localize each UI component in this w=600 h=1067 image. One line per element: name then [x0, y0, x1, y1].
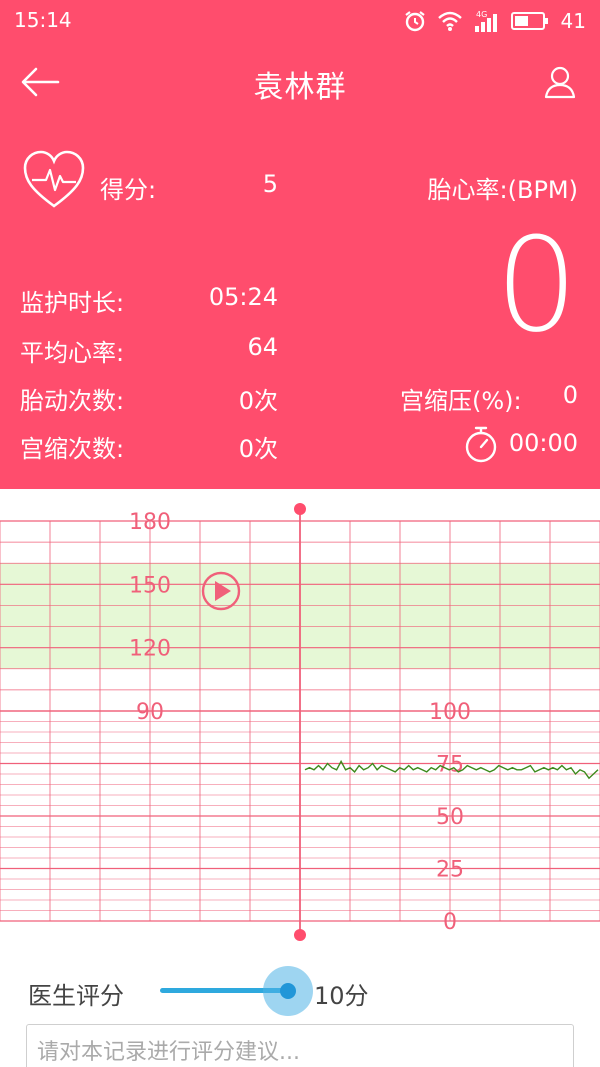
alarm-icon — [404, 11, 425, 32]
toco-tick-label: 100 — [429, 700, 471, 725]
battery-icon — [510, 12, 548, 30]
status-time: 15:14 — [14, 8, 72, 32]
ctg-chart[interactable]: 180 150 120 90 100 75 50 25 0 — [0, 489, 600, 949]
contraction-value: 0次 — [238, 435, 278, 463]
fhr-tick-label: 180 — [129, 510, 171, 535]
fhr-tick-label: 120 — [129, 637, 171, 662]
timer-value: 00:00 — [508, 429, 578, 457]
fhr-value: 0 — [495, 209, 578, 361]
movement-value: 0次 — [238, 387, 278, 415]
duration-value: 05:24 — [208, 283, 278, 311]
person-icon[interactable] — [542, 64, 578, 100]
stopwatch-icon — [465, 426, 497, 463]
toco-tick-label: 50 — [436, 805, 464, 830]
page-title: 袁林群 — [253, 70, 347, 105]
duration-label: 监护时长: — [20, 289, 125, 317]
heart-pulse-icon — [23, 150, 85, 208]
toco-tick-label: 0 — [443, 910, 457, 935]
toco-tick-label: 25 — [436, 858, 464, 883]
time-cursor-top-dot[interactable] — [294, 503, 306, 515]
doctor-score-value: 10分 — [314, 982, 369, 1010]
score-slider-thumb[interactable] — [280, 983, 296, 999]
wifi-icon — [437, 11, 462, 31]
time-cursor-bottom-dot[interactable] — [294, 929, 306, 941]
fhr-tick-label: 150 — [129, 573, 171, 598]
signal-icon: 4G — [474, 10, 497, 32]
network-label: 4G — [476, 10, 487, 19]
contraction-label: 宫缩次数: — [20, 435, 125, 463]
avg-hr-value: 64 — [247, 333, 278, 361]
nav-bar: 袁林群 — [0, 42, 600, 122]
fhr-tick-label: 90 — [136, 700, 164, 725]
doctor-score-label: 医生评分 — [28, 982, 124, 1010]
status-bar: 15:14 4G 41 — [0, 0, 600, 42]
status-icons: 4G 41 — [403, 6, 586, 36]
fhr-label: 胎心率:(BPM) — [427, 176, 578, 204]
doctor-score-row: 医生评分 10分 — [0, 960, 600, 1022]
uc-pressure-value: 0 — [562, 381, 578, 409]
avg-hr-label: 平均心率: — [20, 339, 125, 367]
comment-input[interactable] — [26, 1024, 574, 1067]
score-label: 得分: — [100, 176, 157, 204]
battery-level: 41 — [560, 9, 586, 33]
score-slider[interactable] — [160, 966, 313, 1016]
score-value: 5 — [262, 170, 278, 198]
header-panel: 15:14 4G 41 袁林群 得分: 5 胎心率:(BPM) 0 监护时长: … — [0, 0, 600, 489]
movement-label: 胎动次数: — [20, 387, 125, 415]
uc-pressure-label: 宫缩压(%): — [400, 387, 522, 415]
ctg-chart-svg: 18015012090 1007550250 — [0, 503, 600, 941]
